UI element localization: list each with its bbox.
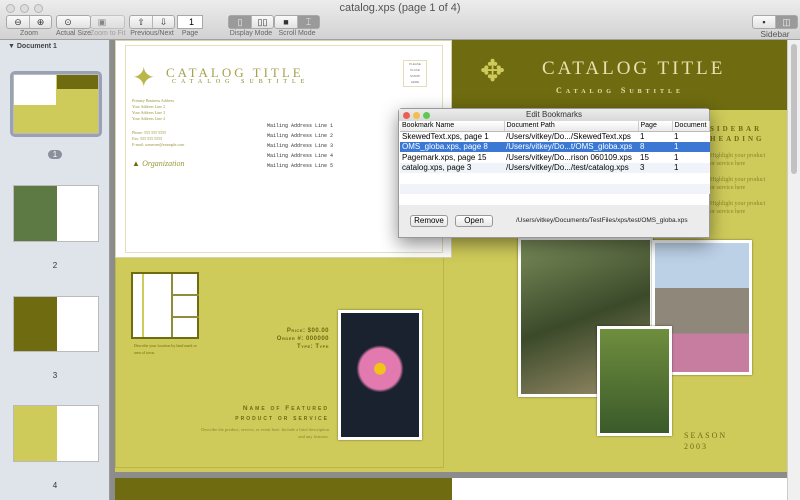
page-number-1: 1 <box>0 150 110 159</box>
actual-size-button[interactable]: ⊙ <box>57 16 79 28</box>
highlight-list: Highlight your product or service here Hi… <box>710 153 766 215</box>
zoom-to-fit-group: ▣ Zoom to Fit <box>90 15 126 37</box>
column-header-document-path[interactable]: Document Path <box>504 121 639 132</box>
dialog-window-controls <box>403 112 430 119</box>
table-row[interactable]: SkewedText.xps, page 1/Users/vitkey/Do..… <box>400 131 710 142</box>
bookmarks-table: Bookmark Name Document Path Page Document S… <box>400 121 710 194</box>
bookmarks-table-wrap: Bookmark Name Document Path Page Document S… <box>399 121 710 205</box>
sidebar-group: ▪ ◫ Sidebar <box>752 15 798 39</box>
season-label: Season 2003 <box>684 431 728 451</box>
table-row[interactable]: catalog.xps, page 3/Users/vitkey/Do.../t… <box>400 162 710 173</box>
stamp-box: PLEASE PLACE STAMP HERE <box>403 60 427 87</box>
single-page-icon[interactable]: ▯ <box>229 16 251 28</box>
display-mode-group: ▯ ▯▯ Display Mode <box>228 15 274 37</box>
thumbnail-page-1[interactable] <box>10 71 102 137</box>
thumbnail-page-4[interactable] <box>13 405 99 462</box>
ornament-icon: ✥ <box>480 55 506 88</box>
actual-size-group: ⊙ Actual Size <box>56 15 92 37</box>
product-details: Price: $00.00 Order #: 000000 Type: Type <box>276 328 329 350</box>
zoom-in-icon[interactable]: ⊕ <box>29 16 51 28</box>
page-group: 1 Page <box>177 15 203 37</box>
empty-row <box>400 173 710 184</box>
zoom-out-icon[interactable]: ⊖ <box>7 16 29 28</box>
remove-button[interactable]: Remove <box>410 215 448 227</box>
table-row[interactable]: Pagemark.xps, page 15/Users/vitkey/Do...… <box>400 152 710 163</box>
page-number-4: 4 <box>52 481 58 490</box>
column-header-bookmark-name[interactable]: Bookmark Name <box>400 121 505 132</box>
next-page-right <box>452 478 787 500</box>
dialog-title: Edit Bookmarks <box>399 109 709 121</box>
scroll-mode-group: ■ ⌶ Scroll Mode <box>274 15 320 37</box>
column-header-page[interactable]: Page <box>638 121 673 132</box>
document-node[interactable]: ▼ Document 1 <box>0 40 109 53</box>
left-page: ✦ CATALOG TITLE CATALOG SUBTITLE PLEASE P… <box>115 40 452 472</box>
next-page-left <box>115 478 452 500</box>
sidebar-show-icon[interactable]: ◫ <box>775 16 797 28</box>
document-label: Document 1 <box>16 43 57 50</box>
zoom-to-fit-label: Zoom to Fit <box>90 30 126 37</box>
mailing-address: Mailing Address Line 1 Mailing Address Li… <box>267 123 334 169</box>
right-page: ✥ CATALOG TITLE Catalog Subtitle SIDEBAR… <box>452 40 787 472</box>
page-number-3: 3 <box>52 371 58 380</box>
next-page-icon[interactable]: ⇩ <box>152 16 174 28</box>
scroll-thumb[interactable] <box>791 44 797 174</box>
prev-next-group: ⇧ ⇩ Previous/Next <box>129 15 175 37</box>
featured-description: Describe the product, service, or event … <box>201 427 329 439</box>
lotus-photo <box>338 310 422 440</box>
actual-size-label: Actual Size <box>56 30 92 37</box>
zoom-label: Zoom <box>20 30 38 37</box>
organization-logo: ▲ Organization <box>132 159 185 168</box>
sidebar-heading: SIDEBAR HEADING <box>710 125 765 143</box>
continuous-scroll-icon[interactable]: ⌶ <box>297 16 319 28</box>
column-header-document[interactable]: Document <box>672 121 710 132</box>
thumbnail-page-3[interactable] <box>13 296 99 352</box>
edit-bookmarks-dialog: Edit Bookmarks Bookmark Name Document Pat… <box>398 108 710 238</box>
page-label: Page <box>181 30 199 37</box>
zoom-group: ⊖ ⊕ Zoom <box>6 15 52 37</box>
prev-next-label: Previous/Next <box>130 30 174 37</box>
open-button[interactable]: Open <box>455 215 493 227</box>
scroll-mode-label: Scroll Mode <box>278 30 316 37</box>
dialog-minimize-button[interactable] <box>413 112 420 119</box>
thumbnail-page-2[interactable] <box>13 185 99 242</box>
sidebar-hide-icon[interactable]: ▪ <box>753 16 775 28</box>
page-number-2: 2 <box>52 261 58 270</box>
logo-monogram-icon: ✦ <box>132 63 156 94</box>
window-title: catalog.xps (page 1 of 4) <box>339 2 461 14</box>
two-page-icon[interactable]: ▯▯ <box>251 16 273 28</box>
business-address: Primary Business Address Your Address Lin… <box>132 98 174 121</box>
dialog-close-button[interactable] <box>403 112 410 119</box>
catalog-subtitle: CATALOG SUBTITLE <box>172 79 310 85</box>
empty-row <box>400 183 710 194</box>
display-mode-label: Display Mode <box>229 30 273 37</box>
previous-page-icon[interactable]: ⇧ <box>130 16 152 28</box>
toolbar: catalog.xps (page 1 of 4) ⊖ ⊕ Zoom ⊙ Actual… <box>0 0 800 40</box>
location-map <box>131 272 199 339</box>
vertical-scrollbar[interactable] <box>787 40 800 500</box>
table-row-selected[interactable]: OMS_globa.xps, page 8/Users/vitkey/Do...… <box>400 141 710 152</box>
featured-heading: Name of Featured product or service <box>235 405 329 422</box>
single-scroll-icon[interactable]: ■ <box>275 16 297 28</box>
selected-path: /Users/vitkey/Documents/TestFiles/xps/te… <box>516 217 688 224</box>
zoom-to-fit-button[interactable]: ▣ <box>91 16 113 28</box>
dialog-zoom-button[interactable] <box>423 112 430 119</box>
right-catalog-title: CATALOG TITLE <box>542 58 726 79</box>
child-gardening-photo <box>597 326 672 436</box>
map-caption: Describe your location by land mark or a… <box>134 343 197 355</box>
sidebar-label: Sidebar <box>760 29 790 39</box>
page-input[interactable]: 1 <box>177 15 203 29</box>
contact-info: Phone: 555 555 5555 Fax: 555 555 5555 E-ma… <box>132 130 185 147</box>
right-catalog-subtitle: Catalog Subtitle <box>556 86 685 95</box>
thumbnail-sidebar: ▼ Document 1 1 2 3 4 <box>0 40 110 500</box>
